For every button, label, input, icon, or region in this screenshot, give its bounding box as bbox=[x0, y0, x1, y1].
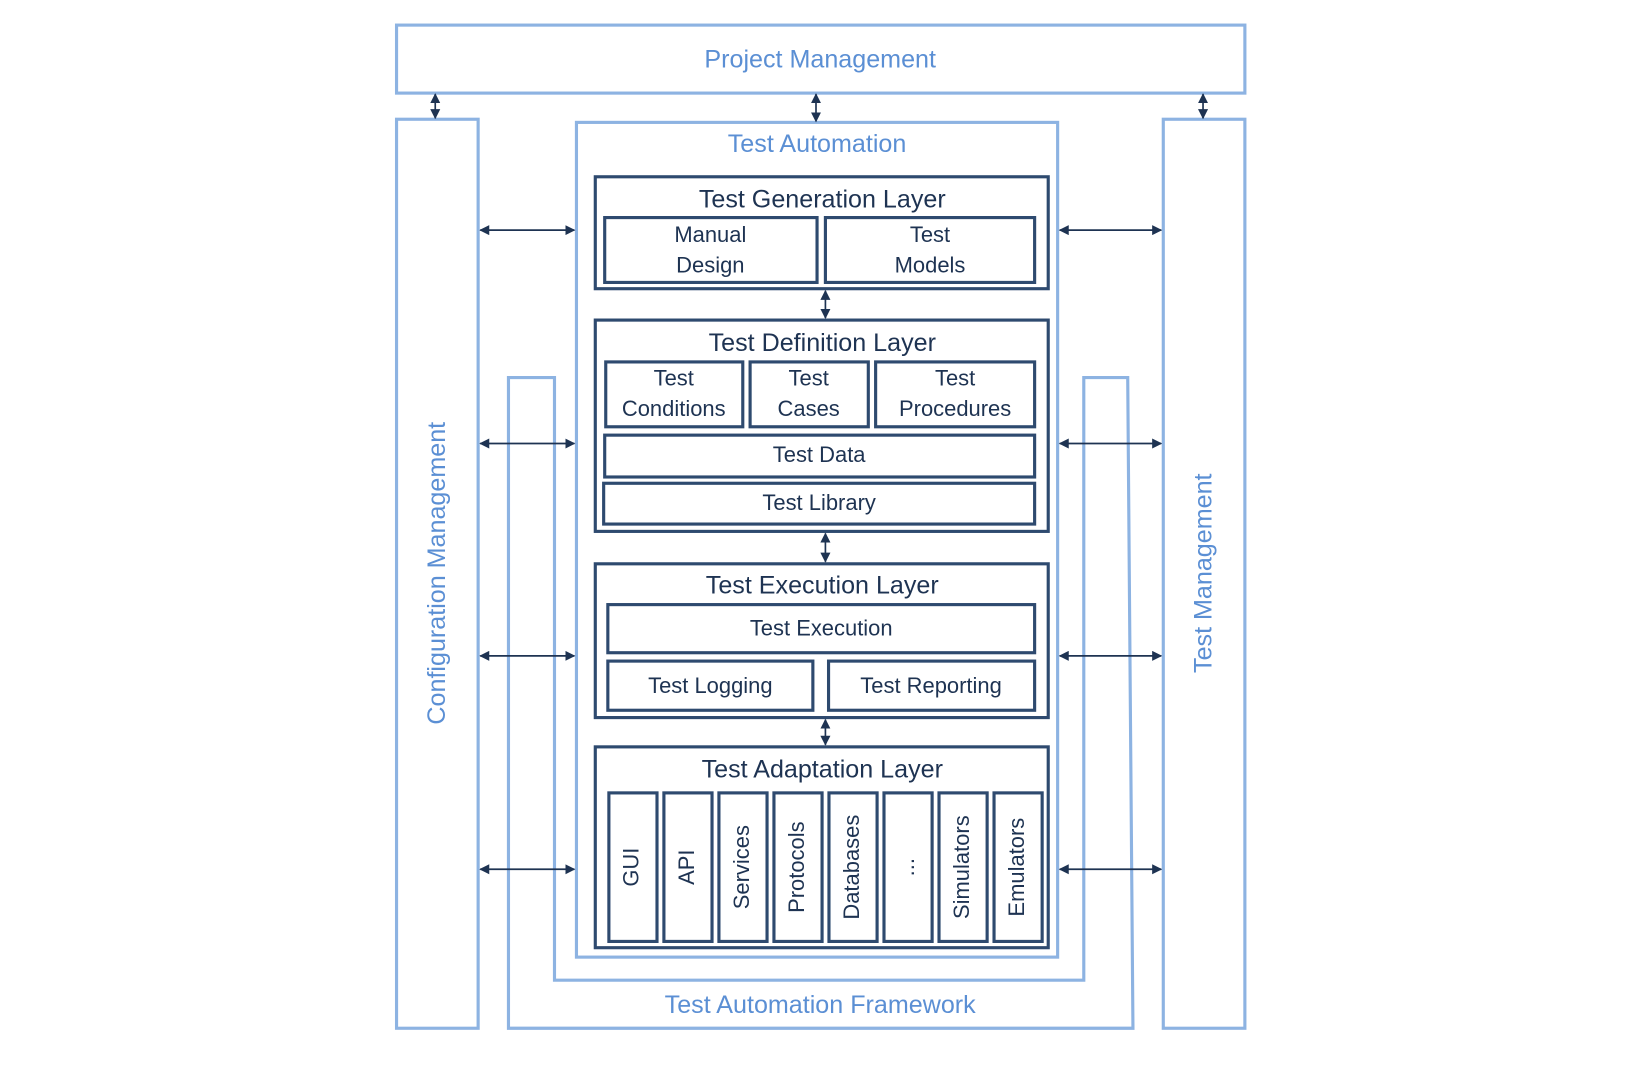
manual-design-line2: Design bbox=[676, 253, 744, 278]
test-automation-architecture-diagram: Project Management Configuration Managem… bbox=[394, 23, 1247, 1030]
adaptation-item-label: GUI bbox=[619, 848, 644, 887]
configuration-management-box: Configuration Management bbox=[394, 117, 480, 1030]
manual-design-box: Manual Design bbox=[603, 216, 819, 284]
test-definition-layer: Test Definition Layer Test Conditions Te… bbox=[593, 318, 1050, 533]
test-models-line2: Models bbox=[895, 253, 966, 278]
adaptation-item-label: Databases bbox=[839, 815, 864, 920]
test-generation-layer: Test Generation Layer Manual Design Test… bbox=[593, 175, 1050, 291]
test-logging-box: Test Logging bbox=[606, 659, 815, 712]
adaptation-item-box: GUI bbox=[607, 791, 659, 943]
adaptation-layer-title: Test Adaptation Layer bbox=[702, 756, 943, 784]
adaptation-item-box: API bbox=[662, 791, 714, 943]
adaptation-item-label: Emulators bbox=[1004, 818, 1029, 917]
test-automation-framework-label: Test Automation Framework bbox=[665, 991, 976, 1019]
test-procedures-line2: Procedures bbox=[899, 396, 1011, 421]
test-management-label: Test Management bbox=[1190, 473, 1218, 672]
test-reporting-label: Test Reporting bbox=[860, 673, 1002, 698]
test-cases-line1: Test bbox=[789, 366, 829, 391]
project-management-box: Project Management bbox=[394, 23, 1247, 95]
adaptation-item-label: Simulators bbox=[949, 815, 974, 919]
test-execution-box: Test Execution bbox=[606, 603, 1037, 655]
test-logging-label: Test Logging bbox=[648, 673, 773, 698]
manual-design-line1: Manual bbox=[674, 222, 746, 247]
test-automation-label: Test Automation bbox=[728, 130, 907, 158]
test-procedures-box: Test Procedures bbox=[874, 360, 1037, 429]
adaptation-item-label: ... bbox=[894, 858, 919, 876]
adaptation-item-label: Protocols bbox=[784, 821, 809, 913]
test-cases-box: Test Cases bbox=[748, 360, 870, 429]
test-conditions-line1: Test bbox=[654, 366, 694, 391]
test-execution-label: Test Execution bbox=[750, 616, 893, 641]
test-reporting-box: Test Reporting bbox=[826, 659, 1037, 712]
test-conditions-box: Test Conditions bbox=[604, 360, 745, 429]
test-procedures-line1: Test bbox=[935, 366, 975, 391]
adaptation-item-box: Simulators bbox=[937, 791, 989, 943]
test-library-box: Test Library bbox=[602, 481, 1037, 526]
test-data-box: Test Data bbox=[603, 433, 1037, 479]
definition-layer-title: Test Definition Layer bbox=[709, 329, 936, 357]
execution-layer-title: Test Execution Layer bbox=[706, 571, 939, 599]
adaptation-item-box: Services bbox=[717, 791, 769, 943]
test-management-box: Test Management bbox=[1161, 117, 1247, 1030]
test-data-label: Test Data bbox=[773, 442, 867, 467]
test-conditions-line2: Conditions bbox=[622, 396, 726, 421]
test-models-box: Test Models bbox=[823, 216, 1037, 284]
test-models-line1: Test bbox=[910, 222, 950, 247]
adaptation-item-box: Databases bbox=[827, 791, 879, 943]
test-library-label: Test Library bbox=[762, 490, 875, 515]
test-adaptation-layer: Test Adaptation Layer GUI API Services Prot… bbox=[593, 745, 1050, 950]
adaptation-item-box: Protocols bbox=[772, 791, 824, 943]
configuration-management-label: Configuration Management bbox=[423, 422, 451, 725]
generation-layer-title: Test Generation Layer bbox=[699, 185, 946, 213]
adaptation-item-box: Emulators bbox=[992, 791, 1044, 943]
adaptation-item-label: API bbox=[674, 849, 699, 884]
adaptation-item-box: ... bbox=[882, 791, 934, 943]
test-cases-line2: Cases bbox=[778, 396, 840, 421]
project-management-label: Project Management bbox=[704, 45, 936, 73]
test-execution-layer: Test Execution Layer Test Execution Test… bbox=[593, 562, 1050, 720]
adaptation-item-label: Services bbox=[729, 825, 754, 909]
